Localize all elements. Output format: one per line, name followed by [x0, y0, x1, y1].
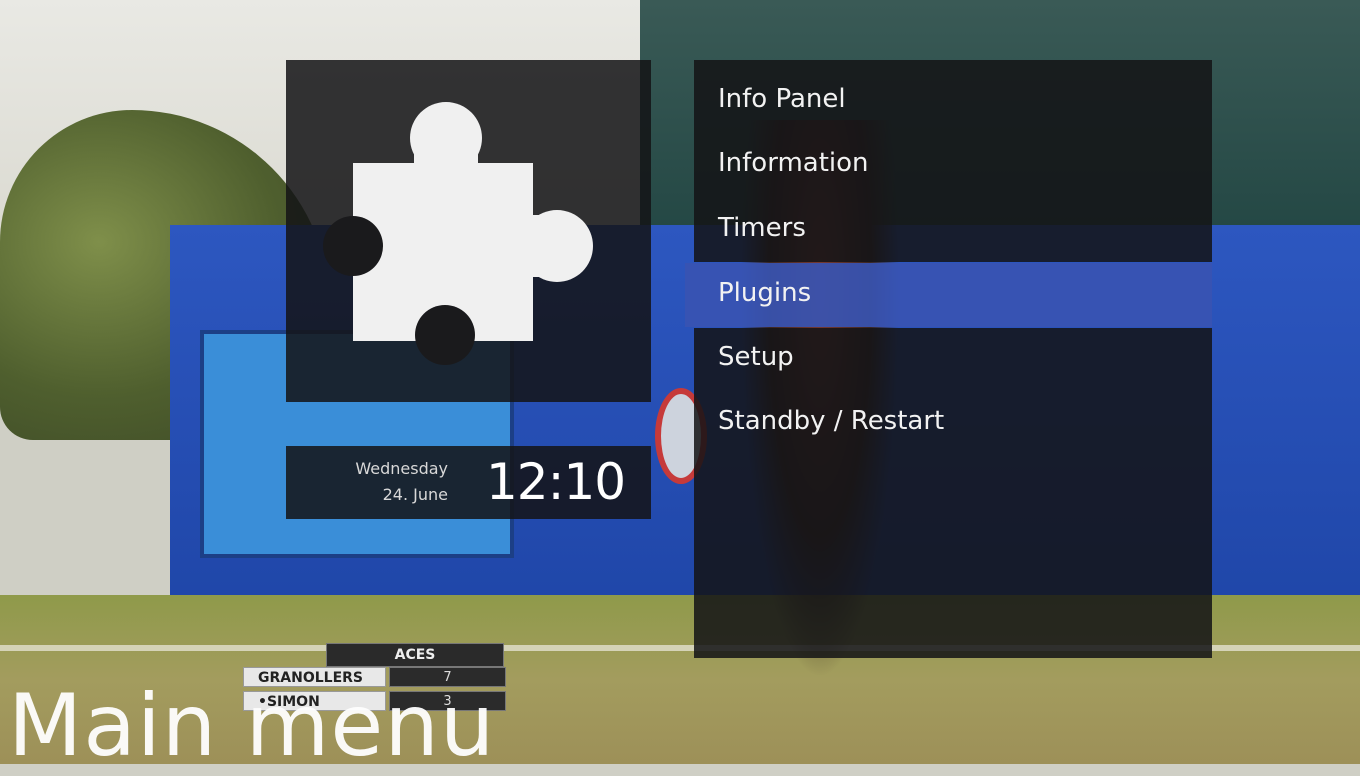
menu-item-plugins[interactable]: Plugins [718, 273, 811, 313]
menu-panel-bottom [694, 328, 1212, 658]
weekday-label: Wednesday [355, 459, 448, 478]
puzzle-piece-icon [323, 102, 593, 365]
screen-title: Main menu [8, 676, 496, 776]
date-label: 24. June [382, 485, 448, 504]
date: Wednesday 24. June [355, 456, 448, 508]
clock-panel: Wednesday 24. June 12:10 [286, 446, 651, 519]
menu-item-timers[interactable]: Timers [718, 208, 806, 248]
menu-item-setup[interactable]: Setup [718, 337, 794, 377]
menu-item-standby-restart[interactable]: Standby / Restart [718, 401, 944, 441]
selected-item-icon-panel [286, 60, 651, 402]
aces-title: ACES [326, 643, 504, 667]
main-menu-list: Info Panel Information Timers Plugins Se… [685, 60, 1212, 658]
menu-item-info-panel[interactable]: Info Panel [718, 79, 846, 119]
menu-item-information[interactable]: Information [718, 143, 869, 183]
time-label: 12:10 [486, 453, 626, 511]
